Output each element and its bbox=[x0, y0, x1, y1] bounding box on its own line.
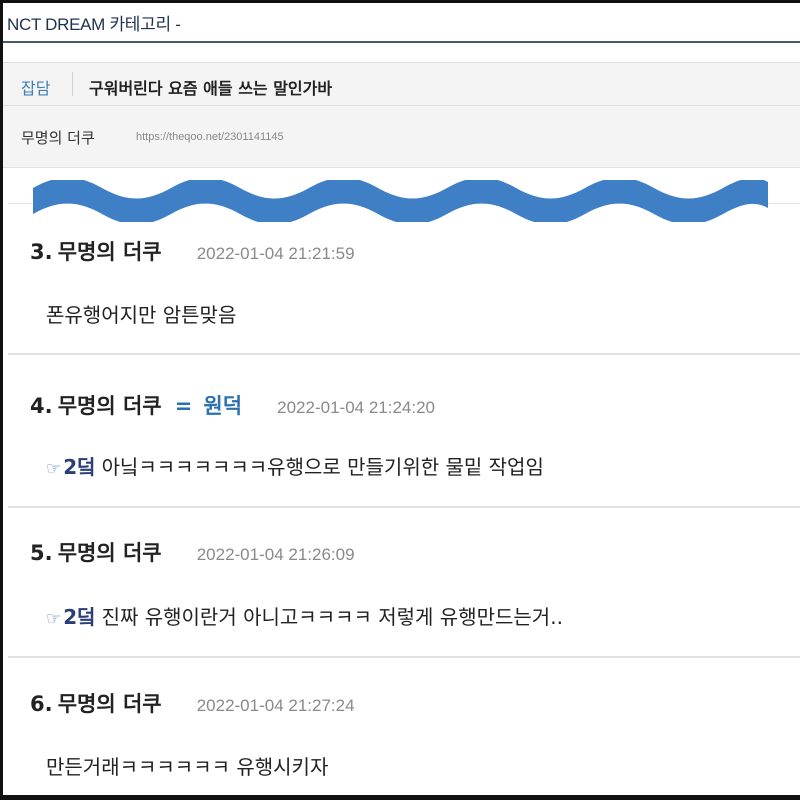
comment-timestamp: 2022-01-04 21:27:24 bbox=[196, 696, 355, 715]
post-title: 구워버린다 요즘 애들 쓰는 말인가바 bbox=[89, 79, 333, 98]
bottom-frame-border bbox=[0, 795, 800, 800]
op-equals-marker: = bbox=[174, 394, 193, 418]
comment-author: 무명의 더쿠 bbox=[57, 394, 162, 418]
comment-header: 5. 무명의 더쿠 2022-01-04 21:26:09 bbox=[30, 537, 355, 567]
comment-body: 폰유행어지만 암튼맞음 bbox=[46, 303, 237, 327]
comment-header: 3. 무명의 더쿠 2022-01-04 21:21:59 bbox=[30, 236, 355, 266]
category-link[interactable]: NCT DREAM 카테고리 - bbox=[7, 10, 181, 35]
post-url-link[interactable]: https://theqoo.net/2301141145 bbox=[136, 131, 284, 143]
post-author: 무명의 더쿠 bbox=[21, 129, 95, 147]
comment-number: 3. bbox=[30, 240, 53, 264]
comment-timestamp: 2022-01-04 21:21:59 bbox=[196, 244, 355, 263]
reply-pointer-icon: ☞ bbox=[46, 459, 62, 479]
comment-number: 6. bbox=[30, 692, 53, 716]
wave-band bbox=[33, 180, 768, 222]
post-meta-bar: 무명의 더쿠 https://theqoo.net/2301141145 bbox=[3, 106, 800, 168]
comment-header: 6. 무명의 더쿠 2022-01-04 21:27:24 bbox=[30, 688, 355, 718]
comment-number: 4. bbox=[30, 394, 53, 418]
comment-text: 만든거래ㅋㅋㅋㅋㅋㅋ 유행시키자 bbox=[46, 751, 328, 780]
comment-author: 무명의 더쿠 bbox=[57, 240, 162, 264]
post-category-tag[interactable]: 잡담 bbox=[21, 75, 50, 99]
comment-text: 폰유행어지만 암튼맞음 bbox=[46, 299, 236, 328]
comment-divider bbox=[8, 656, 800, 658]
reply-target-link[interactable]: 2덬 bbox=[63, 455, 95, 479]
comment-body: 아닠ㅋㅋㅋㅋㅋㅋㅋ유행으로 만들기위한 물밑 작업임 bbox=[101, 455, 544, 479]
comment-author: 무명의 더쿠 bbox=[57, 692, 162, 716]
comment-body: 만든거래ㅋㅋㅋㅋㅋㅋ 유행시키자 bbox=[46, 755, 329, 779]
comment-divider bbox=[8, 353, 800, 355]
reply-target-link[interactable]: 2덬 bbox=[63, 605, 95, 629]
comment-text: ☞ 2덬 아닠ㅋㅋㅋㅋㅋㅋㅋ유행으로 만들기위한 물밑 작업임 bbox=[46, 451, 544, 480]
comment-timestamp: 2022-01-04 21:24:20 bbox=[277, 398, 435, 417]
title-separator bbox=[72, 72, 73, 96]
wavy-divider-graphic bbox=[33, 180, 768, 222]
comment-divider bbox=[8, 506, 800, 508]
comment-header: 4. 무명의 더쿠 = 원덕 2022-01-04 21:24:20 bbox=[30, 390, 435, 420]
post-title-bar: 잡담 구워버린다 요즘 애들 쓰는 말인가바 bbox=[3, 62, 800, 106]
reply-pointer-icon: ☞ bbox=[46, 609, 62, 629]
op-badge: 원덕 bbox=[203, 394, 243, 418]
comment-number: 5. bbox=[30, 541, 53, 565]
comment-body: 진짜 유행이란거 아니고ㅋㅋㅋㅋ 저렇게 유행만드는거.. bbox=[101, 605, 563, 629]
comment-text: ☞ 2덬 진짜 유행이란거 아니고ㅋㅋㅋㅋ 저렇게 유행만드는거.. bbox=[46, 601, 563, 630]
comment-timestamp: 2022-01-04 21:26:09 bbox=[196, 545, 355, 564]
comment-author: 무명의 더쿠 bbox=[57, 541, 162, 565]
category-bar: NCT DREAM 카테고리 - bbox=[3, 3, 800, 43]
